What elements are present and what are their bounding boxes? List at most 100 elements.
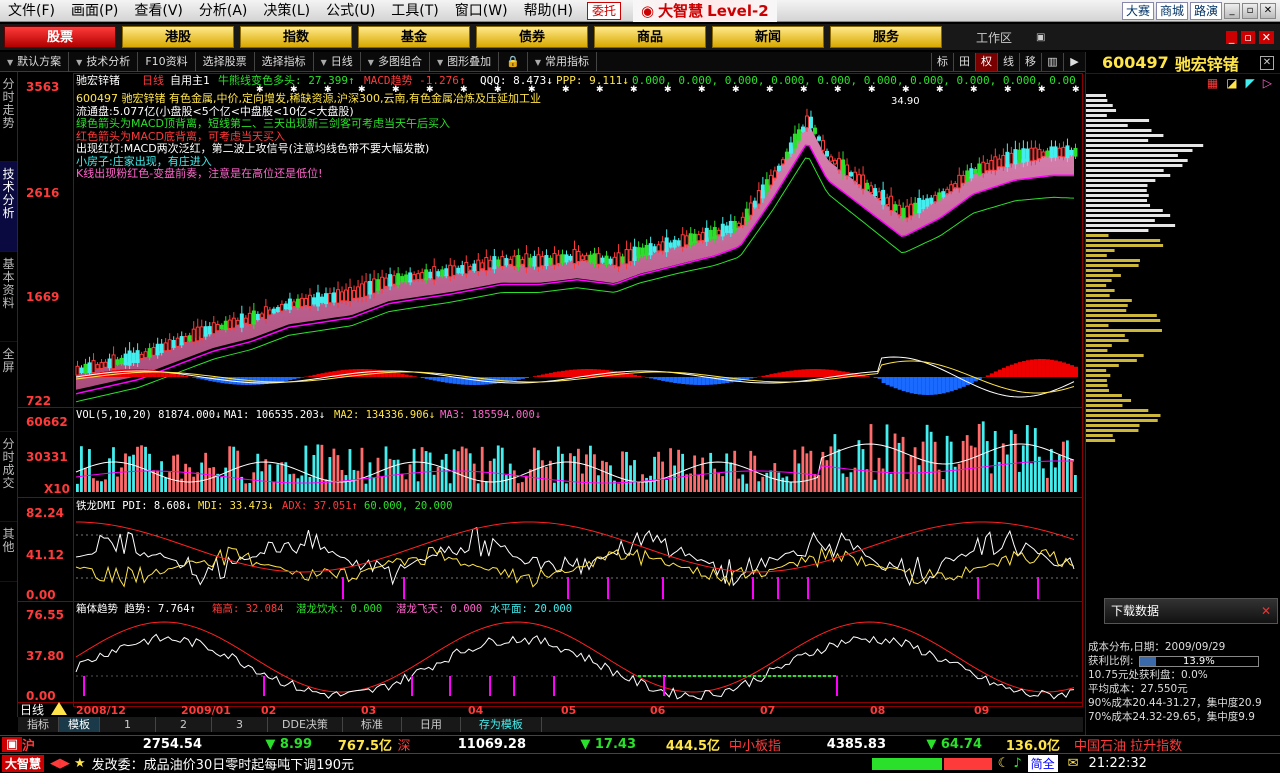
- volume-bar: [905, 479, 909, 492]
- overlay-button[interactable]: 图形叠加: [430, 51, 500, 72]
- multi-chart-button[interactable]: 多图组合: [361, 51, 430, 72]
- cost-icon-3[interactable]: ◤: [1246, 76, 1255, 90]
- volume-bar: [312, 454, 316, 492]
- candle-body: [127, 350, 132, 366]
- menu-view-screen[interactable]: 画面(P): [63, 0, 126, 22]
- bell-icon[interactable]: ♪: [1013, 756, 1021, 771]
- signal-dot: ✱: [766, 85, 774, 95]
- side-tab-fullscreen[interactable]: 全屏: [0, 342, 17, 432]
- side-tab-other[interactable]: 其他: [0, 522, 17, 582]
- menu-decision[interactable]: 决策(L): [255, 0, 318, 22]
- menu-tools[interactable]: 工具(T): [383, 0, 446, 22]
- candle-body: [961, 174, 966, 184]
- side-tab-tech-analysis[interactable]: 技术分析: [0, 162, 17, 252]
- sh-icon[interactable]: ▣: [2, 737, 22, 752]
- cost-icon-4[interactable]: ▷: [1263, 76, 1272, 90]
- mark-button[interactable]: 标: [931, 52, 953, 71]
- btab-dde[interactable]: DDE决策: [268, 717, 343, 732]
- period-selector[interactable]: 日线: [314, 51, 361, 72]
- side-tab-intraday[interactable]: 分时走势: [0, 72, 17, 162]
- select-stock-button[interactable]: 选择股票: [196, 51, 255, 72]
- menu-analysis[interactable]: 分析(A): [191, 0, 256, 22]
- entrust-button[interactable]: 委托: [587, 1, 622, 20]
- side-tabs: 分时走势 技术分析 基本资料 全屏 分时成交 其他: [0, 72, 18, 717]
- menu-window[interactable]: 窗口(W): [447, 0, 516, 22]
- ticker-news[interactable]: 中国石油 拉升指数: [1074, 735, 1182, 754]
- candle-body: [1001, 154, 1006, 168]
- candle-body: [748, 202, 753, 216]
- download-close-icon[interactable]: ✕: [1261, 599, 1271, 623]
- btab-daily[interactable]: 日用: [402, 717, 461, 732]
- candle-body: [255, 313, 260, 321]
- menu-help[interactable]: 帮助(H): [516, 0, 581, 22]
- grid-toggle-icon[interactable]: ▥: [1041, 52, 1063, 71]
- common-indicators-button[interactable]: 常用指标: [528, 51, 597, 72]
- btab-save-template[interactable]: 存为模板: [461, 717, 542, 732]
- cost-line-5: 90%成本20.44-31.27，集中度20.9: [1088, 697, 1262, 709]
- tech-analysis-button[interactable]: 技术分析: [69, 51, 139, 72]
- grid-button[interactable]: 田: [953, 52, 975, 71]
- next-arrow-icon[interactable]: ▶: [60, 756, 70, 771]
- tab-news[interactable]: 新闻: [712, 26, 824, 48]
- mail-icon[interactable]: ✉: [1068, 756, 1079, 771]
- tab-services[interactable]: 服务: [830, 26, 942, 48]
- prev-arrow-icon[interactable]: ◀: [50, 756, 60, 771]
- mall-link[interactable]: 商城: [1155, 1, 1188, 20]
- ws-close-icon[interactable]: ✕: [1258, 30, 1274, 44]
- star-icon[interactable]: ★: [74, 756, 86, 771]
- workspace-label[interactable]: 工作区: [976, 29, 1036, 46]
- move-button[interactable]: 移: [1019, 52, 1041, 71]
- contest-link[interactable]: 大赛: [1121, 1, 1154, 20]
- scroll-right-icon[interactable]: ▶: [1063, 52, 1085, 71]
- side-tab-ticks[interactable]: 分时成交: [0, 432, 17, 522]
- rights-button[interactable]: 权: [975, 52, 997, 71]
- tab-stocks[interactable]: 股票: [4, 26, 116, 48]
- roadshow-link[interactable]: 路演: [1189, 1, 1222, 20]
- ws-minimize-icon[interactable]: _: [1225, 30, 1238, 44]
- volume-bar: [224, 467, 228, 492]
- restore-icon[interactable]: ▫: [1242, 2, 1258, 19]
- panel-close-icon[interactable]: ✕: [1260, 55, 1274, 70]
- signal-dot: ✱: [936, 85, 944, 95]
- btab-standard[interactable]: 标准: [343, 717, 402, 732]
- download-panel[interactable]: 下载数据 ✕: [1104, 598, 1278, 624]
- news-marquee[interactable]: 发改委：成品油价30日零时起每吨下调190元: [92, 754, 872, 773]
- side-tab-fundamentals[interactable]: 基本资料: [0, 252, 17, 342]
- candle-body: [328, 292, 333, 304]
- qs-button[interactable]: 简全: [1027, 755, 1058, 772]
- tab-funds[interactable]: 基金: [358, 26, 470, 48]
- menu-view[interactable]: 查看(V): [126, 0, 191, 22]
- line-button[interactable]: 线: [997, 52, 1019, 71]
- cost-bar: [1086, 224, 1176, 227]
- workspace-dropdown-icon[interactable]: ▣: [1036, 32, 1045, 43]
- close-icon[interactable]: ✕: [1260, 2, 1276, 19]
- tab-index[interactable]: 指数: [240, 26, 352, 48]
- btab-3[interactable]: 3: [212, 717, 268, 732]
- macd-bar: [925, 377, 930, 395]
- macd-bar: [913, 377, 918, 394]
- minimize-icon[interactable]: _: [1224, 2, 1240, 19]
- select-indicator-button[interactable]: 选择指标: [255, 51, 314, 72]
- ws-restore-icon[interactable]: ▫: [1241, 30, 1255, 44]
- candle-body: [700, 231, 705, 241]
- scheme-selector[interactable]: 默认方案: [0, 51, 70, 72]
- f10-button[interactable]: F10资料: [138, 51, 196, 72]
- volume-bar: [805, 453, 809, 492]
- lock-icon[interactable]: 🔒: [499, 51, 528, 72]
- moon-icon[interactable]: ☾: [998, 756, 1010, 771]
- tab-hk-stocks[interactable]: 港股: [122, 26, 234, 48]
- btab-template[interactable]: 模板: [59, 717, 100, 732]
- menu-formula[interactable]: 公式(U): [318, 0, 383, 22]
- candle-body: [937, 192, 942, 201]
- cost-icon-1[interactable]: ▦: [1207, 76, 1218, 90]
- stock-code: 600497: [1102, 53, 1169, 72]
- cost-icon-2[interactable]: ◪: [1226, 76, 1237, 90]
- btab-indicator[interactable]: 指标: [18, 717, 59, 732]
- tab-commodities[interactable]: 商品: [594, 26, 706, 48]
- btab-1[interactable]: 1: [100, 717, 156, 732]
- btab-2[interactable]: 2: [156, 717, 212, 732]
- tab-bonds[interactable]: 债券: [476, 26, 588, 48]
- macd-bar: [921, 377, 926, 395]
- cost-bar: [1086, 339, 1129, 342]
- menu-file[interactable]: 文件(F): [0, 0, 63, 22]
